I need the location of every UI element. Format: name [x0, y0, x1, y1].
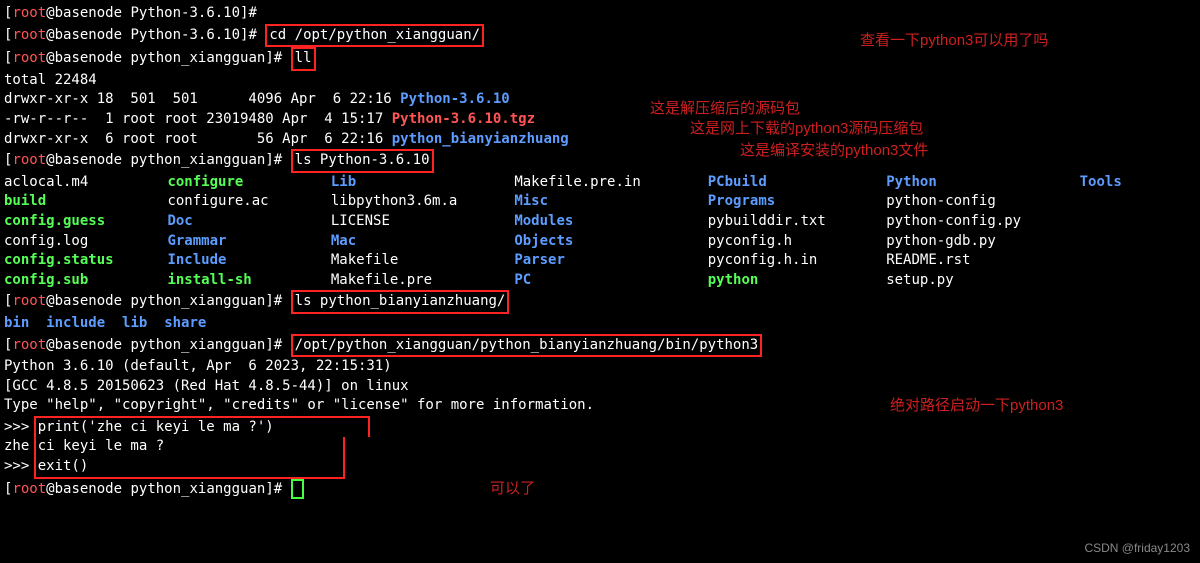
- final-prompt[interactable]: [root@basenode python_xiangguan]#: [4, 479, 1196, 500]
- cmd-run-line: [root@basenode python_xiangguan]# /opt/p…: [4, 334, 1196, 358]
- py-print-out: zhe ci keyi le ma ?: [4, 437, 1196, 457]
- py-exit-line: >>> exit(): [4, 457, 1196, 479]
- ls-item: config.status: [4, 251, 159, 271]
- ls-item: libpython3.6m.a: [331, 192, 506, 212]
- ls1-output: aclocal.m4buildconfig.guessconfig.logcon…: [4, 173, 1196, 291]
- cmd-run: /opt/python_xiangguan/python_bianyianzhu…: [291, 334, 763, 358]
- ls-item: Makefile.pre.in: [514, 173, 699, 193]
- ls-item: Makefile: [331, 251, 506, 271]
- cmd-ls2: ls python_bianyianzhuang/: [291, 290, 510, 314]
- ls-item: Mac: [331, 232, 506, 252]
- ls-item: Doc: [167, 212, 322, 232]
- ls-item: setup.py: [886, 271, 1071, 291]
- annotation-2: 这是解压缩后的源码包: [650, 98, 800, 119]
- annotation-5: 绝对路径启动一下python3: [890, 395, 1063, 416]
- ls-item: python-config: [886, 192, 1071, 212]
- ls-item: configure.ac: [167, 192, 322, 212]
- annotation-6: 可以了: [490, 478, 535, 499]
- py-print-line: >>> print('zhe ci keyi le ma ?'): [4, 416, 1196, 438]
- annotation-3: 这是网上下载的python3源码压缩包: [690, 118, 923, 139]
- ls-item: python-gdb.py: [886, 232, 1071, 252]
- ls-item: python: [708, 271, 878, 291]
- ls-item: aclocal.m4: [4, 173, 159, 193]
- ls-item: pybuilddir.txt: [708, 212, 878, 232]
- ls-item: Modules: [514, 212, 699, 232]
- ls-item: Lib: [331, 173, 506, 193]
- ls-item: Makefile.pre: [331, 271, 506, 291]
- ls-item: Misc: [514, 192, 699, 212]
- cmd-cd: cd /opt/python_xiangguan/: [265, 24, 484, 48]
- ls-item: config.log: [4, 232, 159, 252]
- ls-item: Programs: [708, 192, 878, 212]
- ls-item: README.rst: [886, 251, 1071, 271]
- ll-total: total 22484: [4, 71, 1196, 91]
- ls-item: PC: [514, 271, 699, 291]
- cmd-ls1: ls Python-3.6.10: [291, 149, 434, 173]
- cmd-ls1-line: [root@basenode python_xiangguan]# ls Pyt…: [4, 149, 1196, 173]
- ls-item: pyconfig.h.in: [708, 251, 878, 271]
- ll-row-3: drwxr-xr-x 6 root root 56 Apr 6 22:16 py…: [4, 130, 1196, 150]
- ls-item: Objects: [514, 232, 699, 252]
- ls-item: pyconfig.h: [708, 232, 878, 252]
- ll-row-1: drwxr-xr-x 18 501 501 4096 Apr 6 22:16 P…: [4, 90, 1196, 110]
- ls-item: LICENSE: [331, 212, 506, 232]
- ls-item: Include: [167, 251, 322, 271]
- ls-item: PCbuild: [708, 173, 878, 193]
- ls-item: config.guess: [4, 212, 159, 232]
- cursor-icon: [291, 479, 304, 499]
- py-gcc: [GCC 4.8.5 20150623 (Red Hat 4.8.5-44)] …: [4, 377, 1196, 397]
- ls-item: configure: [167, 173, 322, 193]
- py-ver: Python 3.6.10 (default, Apr 6 2023, 22:1…: [4, 357, 1196, 377]
- ls-item: Parser: [514, 251, 699, 271]
- ls2-output: bin include lib share: [4, 314, 1196, 334]
- ls-item: Grammar: [167, 232, 322, 252]
- watermark: CSDN @friday1203: [1084, 540, 1190, 557]
- ls-item: Python: [886, 173, 1071, 193]
- ls-item: install-sh: [167, 271, 322, 291]
- annotation-4: 这是编译安装的python3文件: [740, 140, 928, 161]
- ll-row-2: -rw-r--r-- 1 root root 23019480 Apr 4 15…: [4, 110, 1196, 130]
- ls-item: Tools: [1080, 173, 1160, 193]
- ls-item: config.sub: [4, 271, 159, 291]
- ls-item: build: [4, 192, 159, 212]
- cmd-ll: ll: [291, 47, 316, 71]
- ls-item: python-config.py: [886, 212, 1071, 232]
- cmd-ls2-line: [root@basenode python_xiangguan]# ls pyt…: [4, 290, 1196, 314]
- prompt-line: [root@basenode Python-3.6.10]#: [4, 4, 1196, 24]
- annotation-1: 查看一下python3可以用了吗: [860, 30, 1048, 51]
